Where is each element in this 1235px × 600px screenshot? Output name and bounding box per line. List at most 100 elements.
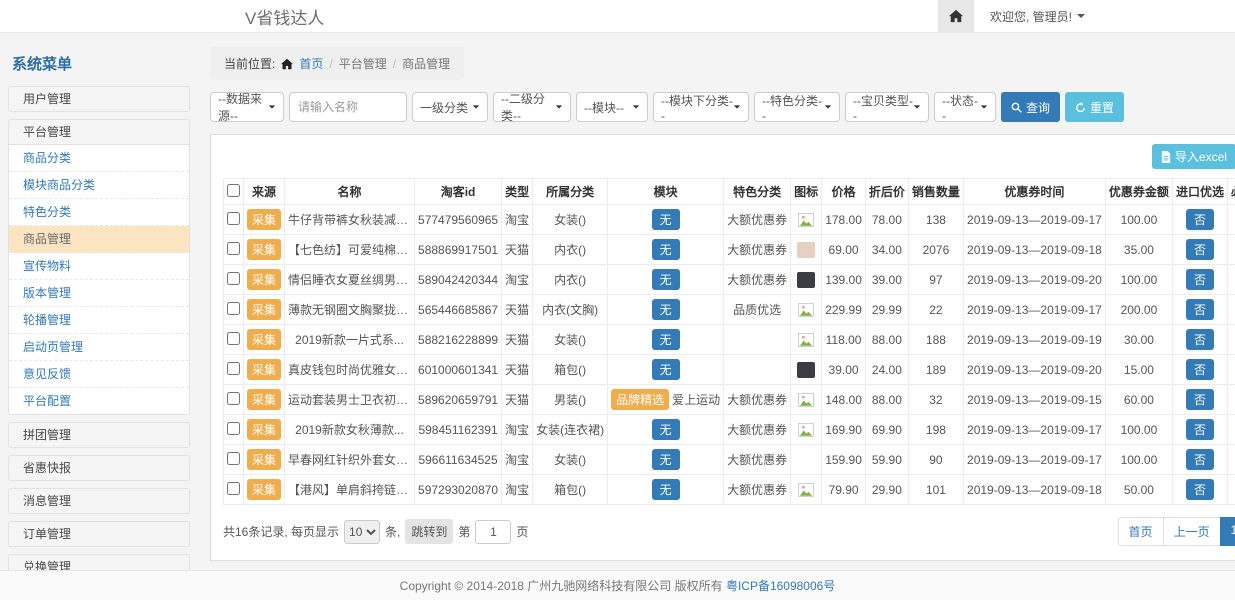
import-choice-toggle[interactable]: 否 (1186, 359, 1214, 380)
product-name: 早春网红针织外套女春... (285, 445, 415, 475)
row-checkbox[interactable] (227, 392, 240, 405)
per-page-select[interactable]: 10 (344, 520, 380, 544)
sales-count: 2076 (908, 235, 963, 265)
breadcrumb-home-link[interactable]: 首页 (299, 55, 323, 72)
row-checkbox[interactable] (227, 302, 240, 315)
import-choice-toggle[interactable]: 否 (1186, 419, 1214, 440)
source-cell: 采集 (244, 475, 285, 505)
search-button[interactable]: 查询 (1001, 92, 1060, 122)
select-all-checkbox[interactable] (227, 184, 240, 197)
sidebar-item[interactable]: 版本管理 (9, 280, 189, 307)
sidebar-item[interactable]: 轮播管理 (9, 307, 189, 334)
import-choice-toggle[interactable]: 否 (1186, 239, 1214, 260)
taoke-id: 597293020870 (415, 475, 502, 505)
sidebar-section-header[interactable]: 平台管理 (8, 119, 190, 145)
row-checkbox[interactable] (227, 422, 240, 435)
sidebar-section-header[interactable]: 订单管理 (8, 521, 190, 547)
row-checkbox[interactable] (227, 452, 240, 465)
breadcrumb-item: 平台管理 (339, 55, 387, 72)
sidebar-item[interactable]: 启动页管理 (9, 334, 189, 361)
filter-select-category-level1[interactable]: 一级分类 (412, 92, 488, 122)
row-checkbox[interactable] (227, 242, 240, 255)
page-button[interactable]: 上一页 (1163, 517, 1221, 546)
page-button[interactable]: 首页 (1118, 517, 1164, 546)
discount-price: 39.00 (865, 265, 908, 295)
sidebar-item[interactable]: 平台配置 (9, 388, 189, 414)
page-button[interactable]: 1 (1220, 517, 1235, 546)
import-choice-toggle[interactable]: 否 (1186, 299, 1214, 320)
feature-category: 品质优选 (724, 295, 791, 325)
module-cell: 无 (608, 265, 724, 295)
sidebar-item[interactable]: 商品管理 (9, 226, 189, 253)
module-badge: 无 (652, 449, 680, 470)
row-checkbox[interactable] (227, 482, 240, 495)
import-choice-cell: 否 (1172, 295, 1227, 325)
coupon-time: 2019-09-13—2019-09-19 (963, 325, 1105, 355)
icon-cell (791, 355, 822, 385)
name-search-input[interactable] (289, 92, 407, 122)
feature-category: 大额优惠券 (724, 205, 791, 235)
icp-link[interactable]: 粤ICP备16098006号 (726, 577, 835, 594)
filter-select-data-source[interactable]: --数据来源-- (210, 92, 284, 122)
chevron-down-icon (825, 105, 831, 108)
module-cell: 品牌精选爱上运动 (608, 385, 724, 415)
price: 118.00 (822, 325, 866, 355)
import-choice-toggle[interactable]: 否 (1186, 209, 1214, 230)
row-checkbox[interactable] (227, 212, 240, 225)
module-badge: 无 (652, 359, 680, 380)
sidebar-item[interactable]: 宣传物料 (9, 253, 189, 280)
discount-price: 24.00 (865, 355, 908, 385)
sidebar-section: 省惠快报 (8, 455, 190, 481)
product-name: 【港风】单肩斜挎链条... (285, 475, 415, 505)
chevron-down-icon (556, 105, 562, 108)
sidebar-item[interactable]: 意见反馈 (9, 361, 189, 388)
price: 39.00 (822, 355, 866, 385)
filter-select-status[interactable]: --状态-- (934, 92, 996, 122)
import-excel-button[interactable]: 导入excel (1152, 144, 1235, 169)
sidebar-section-header[interactable]: 用户管理 (8, 86, 190, 112)
home-button[interactable] (938, 0, 974, 33)
row-select-cell (224, 415, 244, 445)
coupon-time: 2019-09-13—2019-09-17 (963, 445, 1105, 475)
breadcrumb-item: 商品管理 (402, 55, 450, 72)
price: 159.90 (822, 445, 866, 475)
import-choice-toggle[interactable]: 否 (1186, 479, 1214, 500)
import-choice-toggle[interactable]: 否 (1186, 449, 1214, 470)
product-category: 箱包() (533, 355, 608, 385)
import-choice-toggle[interactable]: 否 (1186, 329, 1214, 350)
column-header: 进口优选 (1172, 179, 1227, 205)
sidebar-item[interactable]: 模块商品分类 (9, 172, 189, 199)
jump-to-button[interactable]: 跳转到 (405, 519, 453, 544)
filter-select-category-level2[interactable]: --二级分类-- (493, 92, 571, 122)
chevron-down-icon (981, 105, 987, 108)
page-number-input[interactable] (475, 520, 511, 544)
row-checkbox[interactable] (227, 362, 240, 375)
user-menu[interactable]: 欢迎您, 管理员! (990, 8, 1085, 25)
sidebar-item[interactable]: 商品分类 (9, 145, 189, 172)
discount-price: 88.00 (865, 325, 908, 355)
product-name: 【七色纺】可爱纯棉家... (285, 235, 415, 265)
filter-select-item-type[interactable]: --宝贝类型-- (845, 92, 929, 122)
table-row: 采集早春网红针织外套女春...596611634525淘宝女装()无大额优惠券1… (224, 445, 1235, 475)
filter-select-module-sub[interactable]: --模块下分类-- (653, 92, 749, 122)
sidebar-section-header[interactable]: 省惠快报 (8, 455, 190, 481)
sidebar-section-header[interactable]: 拼团管理 (8, 422, 190, 448)
sidebar-item[interactable]: 特色分类 (9, 199, 189, 226)
row-checkbox[interactable] (227, 332, 240, 345)
coupon-time: 2019-09-13—2019-09-17 (963, 415, 1105, 445)
import-choice-toggle[interactable]: 否 (1186, 269, 1214, 290)
product-name: 2019新款一片式系... (285, 325, 415, 355)
price: 178.00 (822, 205, 866, 235)
sidebar-section-header[interactable]: 消息管理 (8, 488, 190, 514)
filter-select-module[interactable]: --模块-- (576, 92, 648, 122)
filter-select-feature-category[interactable]: --特色分类-- (754, 92, 840, 122)
row-checkbox[interactable] (227, 272, 240, 285)
select-all-cell (224, 179, 244, 205)
row-select-cell (224, 385, 244, 415)
table-body: 采集牛仔背带裤女秋装减龄...577479560965淘宝女装()无大额优惠券1… (224, 205, 1235, 505)
reset-button[interactable]: 重置 (1065, 92, 1124, 122)
import-choice-toggle[interactable]: 否 (1186, 389, 1214, 410)
source-badge: 采集 (247, 449, 281, 470)
must-buy-cell: 否 (1227, 355, 1235, 385)
filter-select-label: --特色分类-- (762, 92, 824, 123)
